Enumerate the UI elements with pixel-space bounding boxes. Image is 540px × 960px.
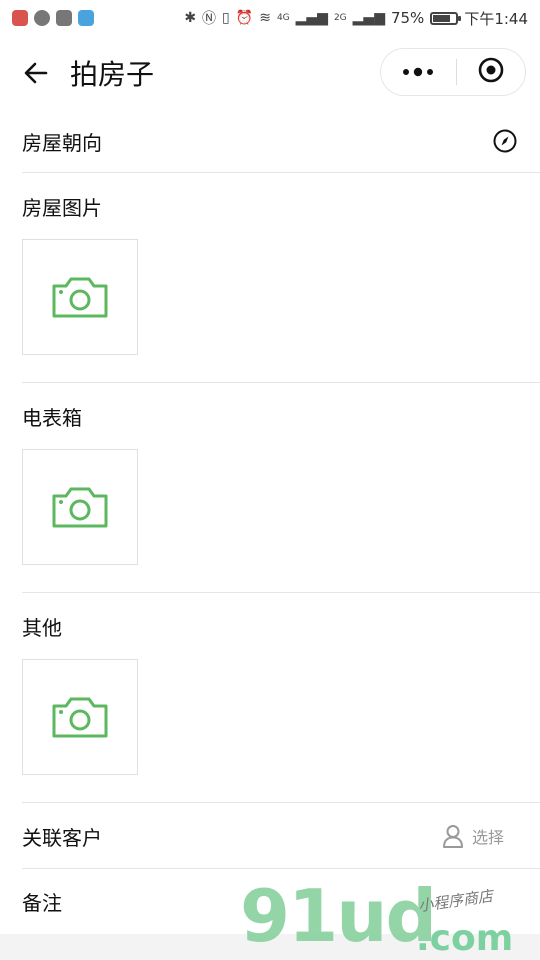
divider: [22, 382, 540, 383]
customer-row[interactable]: 关联客户 选择: [0, 804, 540, 868]
signal-strength-icon: ▂▄▆: [295, 10, 328, 26]
battery-icon: [430, 11, 462, 25]
more-button[interactable]: [401, 63, 435, 82]
navigation-bar: 拍房子: [0, 36, 540, 110]
more-dots-icon: [403, 67, 433, 76]
signal-strength-icon-2: ▂▄▆: [352, 10, 385, 26]
network-2g: 2G: [333, 13, 347, 23]
back-button[interactable]: [18, 55, 54, 91]
divider: [22, 868, 540, 869]
meter-box-label: 电表箱: [22, 405, 82, 430]
chat-bubble-icon: [34, 10, 50, 26]
other-row: 其他: [0, 600, 540, 652]
watermark-domain: .com: [416, 918, 514, 959]
orientation-label: 房屋朝向: [22, 130, 102, 155]
watermark-main-text: 91ud: [240, 874, 437, 958]
back-arrow-icon: [24, 62, 48, 84]
customer-select-text: 选择: [471, 828, 504, 847]
bluetooth-icon: ✱: [184, 10, 197, 26]
other-label: 其他: [22, 615, 62, 640]
battery-percent: 75%: [390, 9, 425, 27]
customer-label: 关联客户: [22, 825, 102, 850]
meter-box-row: 电表箱: [0, 390, 540, 442]
status-bar: ✱ Ⓝ ▯ ⏰ ≋ 4G ▂▄▆ 2G ▂▄▆ 75% 下午1:44: [0, 0, 540, 36]
house-photos-label: 房屋图片: [22, 195, 102, 220]
camera-icon: [52, 487, 108, 528]
other-upload-button[interactable]: [22, 659, 138, 775]
alarm-icon: ⏰: [235, 10, 254, 26]
camera-notification-icon: [56, 10, 72, 26]
wifi-icon: ≋: [259, 10, 271, 26]
target-circle-icon: [478, 57, 504, 83]
status-notification-icons: [12, 10, 94, 26]
close-mini-program-button[interactable]: [477, 56, 505, 88]
watermark-logo: 91ud 小程序商店 .com: [240, 880, 540, 960]
house-photos-row: 房屋图片: [0, 180, 540, 232]
person-icon: [442, 825, 463, 848]
capsule-divider: [455, 59, 457, 85]
compass-icon[interactable]: [492, 128, 518, 154]
camera-icon: [52, 697, 108, 738]
divider: [22, 802, 540, 803]
camera-icon: [52, 277, 108, 318]
customer-select-button[interactable]: 选择: [442, 824, 504, 848]
status-system-icons: ✱ Ⓝ ▯ ⏰ ≋ 4G ▂▄▆ 2G ▂▄▆ 75% 下午1:44: [184, 8, 528, 29]
vibrate-icon: ▯: [222, 10, 230, 26]
divider: [22, 592, 540, 593]
app-notification-icon: [12, 10, 28, 26]
network-4g: 4G: [276, 13, 290, 23]
divider: [22, 172, 540, 173]
nfc-icon: Ⓝ: [202, 11, 217, 27]
house-photo-upload-button[interactable]: [22, 239, 138, 355]
mini-program-capsule: [380, 48, 526, 96]
meter-box-upload-button[interactable]: [22, 449, 138, 565]
remarks-label: 备注: [22, 890, 62, 915]
page-title: 拍房子: [70, 58, 155, 91]
orientation-row[interactable]: 房屋朝向: [0, 110, 540, 172]
send-arrow-icon: [78, 10, 94, 26]
status-time: 下午1:44: [464, 9, 528, 28]
